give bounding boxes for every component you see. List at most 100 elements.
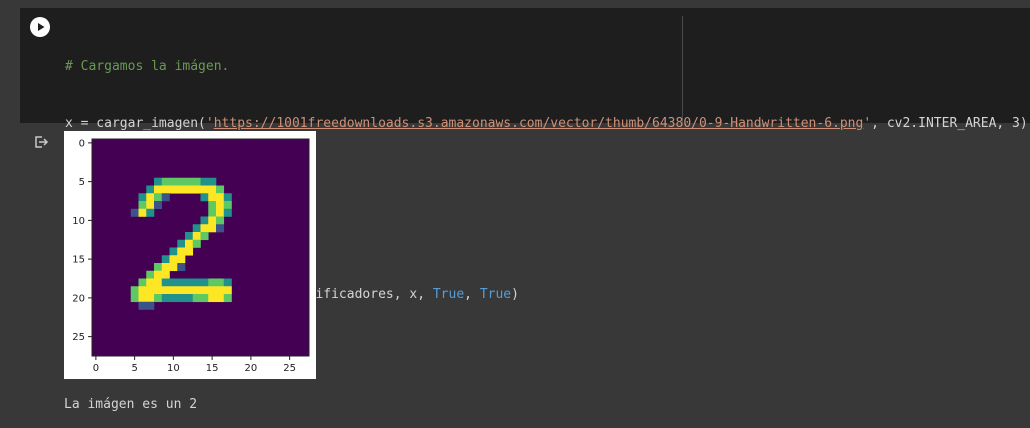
heatmap-cell bbox=[185, 247, 194, 256]
heatmap-cell bbox=[138, 278, 147, 287]
heatmap-cell bbox=[216, 201, 225, 210]
heatmap-cell bbox=[185, 232, 194, 241]
heatmap-cell bbox=[177, 294, 186, 303]
heatmap-cell bbox=[208, 208, 217, 217]
heatmap-cell bbox=[177, 255, 186, 264]
heatmap-cell bbox=[216, 216, 225, 225]
heatmap-cell bbox=[223, 201, 232, 210]
heatmap-cell bbox=[154, 263, 163, 272]
heatmap-cell bbox=[200, 216, 209, 225]
x-tick-label: 15 bbox=[206, 363, 219, 374]
heatmap-cell bbox=[192, 224, 201, 233]
heatmap-cell bbox=[169, 294, 178, 303]
heatmap-cell bbox=[161, 294, 170, 303]
heatmap-cell bbox=[161, 255, 170, 264]
heatmap-cell bbox=[169, 185, 178, 194]
heatmap-cell bbox=[161, 193, 170, 202]
heatmap-cell bbox=[146, 193, 155, 202]
heatmap-cell bbox=[208, 286, 217, 295]
heatmap-cell bbox=[146, 208, 155, 217]
heatmap-cell bbox=[223, 208, 232, 217]
heatmap-cell bbox=[192, 185, 201, 194]
heatmap-cell bbox=[200, 278, 209, 287]
play-icon bbox=[38, 23, 45, 31]
heatmap-cell bbox=[185, 294, 194, 303]
heatmap-cell bbox=[200, 232, 209, 241]
heatmap-cell bbox=[200, 177, 209, 186]
code-cell[interactable]: # Cargamos la imágen. x = cargar_imagen(… bbox=[20, 8, 1030, 302]
y-tick-label: 15 bbox=[72, 255, 85, 266]
heatmap-cell bbox=[200, 193, 209, 202]
heatmap-cell bbox=[200, 185, 209, 194]
output-result-text: La imágen es un 2 bbox=[64, 397, 198, 412]
output-redirect-icon[interactable] bbox=[33, 134, 49, 154]
heatmap-cell bbox=[200, 224, 209, 233]
heatmap-cell bbox=[146, 185, 155, 194]
keyword-true: True bbox=[479, 287, 512, 302]
heatmap-cell bbox=[154, 294, 163, 303]
keyword-true: True bbox=[432, 287, 465, 302]
heatmap-cell bbox=[146, 286, 155, 295]
heatmap-cell bbox=[192, 278, 201, 287]
heatmap-cell bbox=[154, 278, 163, 287]
y-tick-label: 10 bbox=[72, 216, 85, 227]
heatmap-cell bbox=[154, 270, 163, 279]
heatmap-cell bbox=[216, 294, 225, 303]
heatmap-cell bbox=[185, 177, 194, 186]
code-token: , bbox=[464, 287, 480, 302]
heatmap-cell bbox=[177, 177, 186, 186]
heatmap-cell bbox=[138, 208, 147, 217]
heatmap-cell bbox=[208, 193, 217, 202]
heatmap-cell bbox=[177, 239, 186, 248]
y-tick-label: 0 bbox=[79, 138, 85, 149]
heatmap-chart: 0 5 10 15 20 25 0 5 10 15 20 25 bbox=[72, 138, 310, 374]
heatmap-cell bbox=[161, 286, 170, 295]
heatmap-cell bbox=[161, 270, 170, 279]
heatmap-cell bbox=[192, 286, 201, 295]
code-token: , cv2.INTER_AREA, 3) bbox=[871, 116, 1028, 131]
x-tick-label: 0 bbox=[93, 363, 99, 374]
heatmap-cell bbox=[216, 286, 225, 295]
heatmap-cell bbox=[169, 177, 178, 186]
heatmap-cell bbox=[169, 278, 178, 287]
x-tick-label: 10 bbox=[167, 363, 180, 374]
heatmap-cell bbox=[177, 185, 186, 194]
heatmap-cell bbox=[154, 177, 163, 186]
heatmap-cell bbox=[161, 185, 170, 194]
heatmap-cell bbox=[208, 177, 217, 186]
heatmap-cell bbox=[223, 278, 232, 287]
heatmap-cell bbox=[138, 286, 147, 295]
heatmap-cell bbox=[154, 193, 163, 202]
y-tick-label: 25 bbox=[72, 332, 85, 343]
heatmap-cell bbox=[177, 278, 186, 287]
heatmap-cell bbox=[192, 177, 201, 186]
heatmap-cell bbox=[216, 224, 225, 233]
heatmap-cell bbox=[130, 286, 139, 295]
code-line-comment-1: # Cargamos la imágen. bbox=[65, 59, 230, 74]
heatmap-cell bbox=[192, 239, 201, 248]
heatmap-cell bbox=[138, 201, 147, 210]
heatmap-cell bbox=[146, 201, 155, 210]
heatmap-cell bbox=[130, 208, 139, 217]
heatmap-cell bbox=[208, 185, 217, 194]
heatmap-cell bbox=[208, 216, 217, 225]
y-tick-label: 5 bbox=[79, 177, 85, 188]
heatmap-cell bbox=[192, 232, 201, 241]
heatmap-cell bbox=[208, 224, 217, 233]
heatmap-cell bbox=[208, 278, 217, 287]
x-tick-label: 20 bbox=[245, 363, 258, 374]
heatmap-cell bbox=[200, 286, 209, 295]
run-cell-button[interactable] bbox=[30, 17, 50, 37]
heatmap-cell bbox=[216, 278, 225, 287]
heatmap-cell bbox=[192, 294, 201, 303]
heatmap-cell bbox=[146, 278, 155, 287]
heatmap-cell bbox=[223, 294, 232, 303]
output-image-plot: 0 5 10 15 20 25 0 5 10 15 20 25 bbox=[64, 131, 316, 379]
heatmap-cell bbox=[177, 286, 186, 295]
heatmap-cell bbox=[185, 185, 194, 194]
heatmap-cell bbox=[169, 286, 178, 295]
heatmap-cell bbox=[169, 263, 178, 272]
heatmap-cell bbox=[177, 247, 186, 256]
image-url-link[interactable]: https://1001freedownloads.s3.amazonaws.c… bbox=[214, 116, 864, 131]
heatmap-cell bbox=[208, 201, 217, 210]
